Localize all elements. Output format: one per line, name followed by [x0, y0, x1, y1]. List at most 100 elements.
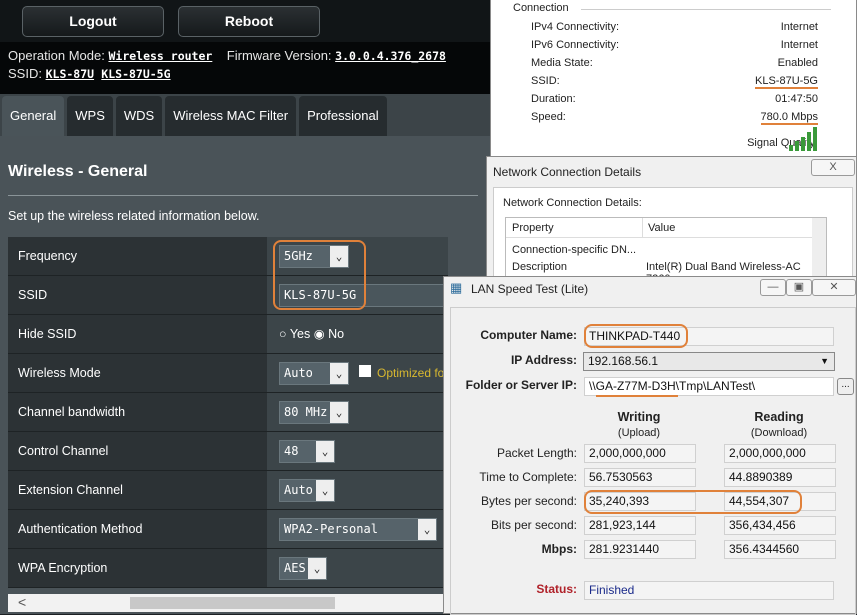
optimized-label: Optimized fo: [377, 366, 445, 380]
label: Authentication Method: [8, 510, 267, 548]
radio-no[interactable]: ◉: [314, 327, 325, 341]
signal-row: Signal Quality:: [747, 137, 818, 149]
status-label: Status:: [536, 582, 577, 596]
auth-method-select[interactable]: WPA2-Personal ⌄: [279, 518, 437, 541]
app-icon: ▦: [450, 280, 463, 295]
reboot-button[interactable]: Reboot: [178, 6, 320, 37]
duration-row: Duration: 01:47:50: [531, 93, 818, 105]
details-label: Network Connection Details:: [503, 197, 642, 209]
chevron-down-icon: ⌄: [330, 363, 348, 384]
close-button[interactable]: ✕: [812, 279, 856, 296]
scrollbar-thumb[interactable]: [130, 597, 335, 609]
chevron-down-icon: ⌄: [418, 519, 436, 540]
no-label: No: [328, 327, 345, 341]
row-ssid: SSID KLS-87U-5G: [8, 276, 459, 315]
divider: [8, 195, 478, 196]
ip-address-select[interactable]: 192.168.56.1 ▼: [583, 352, 835, 371]
value: WPA2-Personal: [284, 522, 378, 536]
label: Control Channel: [8, 432, 267, 470]
label: WPA Encryption: [8, 549, 267, 587]
label: Extension Channel: [8, 471, 267, 509]
extension-channel-select[interactable]: Auto ⌄: [279, 479, 335, 502]
dropdown-arrow-icon: ▼: [820, 356, 829, 366]
reading-value: 44.8890389: [724, 468, 836, 487]
speed-row: Speed: 780.0 Mbps: [531, 111, 818, 125]
tab-mac-filter[interactable]: Wireless MAC Filter: [165, 96, 297, 136]
ipv6-row: IPv6 Connectivity: Internet: [531, 39, 818, 51]
yes-label: Yes: [289, 327, 311, 341]
tab-wps[interactable]: WPS: [67, 96, 113, 136]
section-label: Connection: [513, 2, 569, 14]
value: Auto: [284, 366, 313, 380]
label: SSID: [8, 276, 267, 314]
ssid-5-link[interactable]: KLS-87U-5G: [101, 67, 170, 81]
reading-value: 356,434,456: [724, 516, 836, 535]
firmware-link[interactable]: 3.0.0.4.376_2678: [335, 49, 446, 63]
ssid-24-link[interactable]: KLS-87U: [46, 67, 94, 81]
ssid-row: SSID: KLS-87U-5G: [531, 75, 818, 89]
chevron-down-icon: ⌄: [316, 441, 334, 462]
window-title: LAN Speed Test (Lite): [471, 282, 589, 296]
download-subheader: (Download): [750, 427, 808, 439]
reading-value: 356.4344560: [724, 540, 836, 559]
window-title: Network Connection Details: [493, 165, 642, 179]
tab-general[interactable]: General: [2, 96, 65, 136]
tab-professional[interactable]: Professional: [299, 96, 387, 136]
value: Auto: [284, 483, 313, 497]
row-wireless-mode: Wireless Mode Auto ⌄ Optimized fo: [8, 354, 448, 393]
row-hide-ssid: Hide SSID ○ Yes ◉ No: [8, 315, 448, 354]
reading-value: 2,000,000,000: [724, 444, 836, 463]
value: 192.168.56.1: [588, 354, 659, 368]
radio-yes[interactable]: ○: [279, 327, 287, 341]
value: Finished: [589, 583, 635, 597]
value: 80 MHz: [284, 405, 328, 419]
router-info: Operation Mode: Wireless router Firmware…: [0, 42, 490, 94]
highlight-box: [273, 240, 366, 310]
page-subtitle: Set up the wireless related information …: [8, 209, 260, 223]
scroll-left-icon[interactable]: <: [18, 594, 26, 610]
row-frequency: Frequency 5GHz ⌄: [8, 237, 448, 276]
operation-mode-link[interactable]: Wireless router: [108, 49, 212, 63]
optimized-checkbox[interactable]: [359, 365, 371, 377]
maximize-button[interactable]: ▣: [786, 279, 812, 296]
close-button[interactable]: X: [811, 159, 855, 176]
metric-label: Mbps:: [541, 542, 577, 556]
network-details-window: Network Connection Details X Network Con…: [486, 156, 857, 287]
writing-value: 281,923,144: [584, 516, 696, 535]
label: Channel bandwidth: [8, 393, 267, 431]
bandwidth-select[interactable]: 80 MHz ⌄: [279, 401, 349, 424]
operation-mode-label: Operation Mode:: [8, 48, 105, 63]
status-field: Finished: [584, 581, 834, 600]
media-state-row: Media State: Enabled: [531, 57, 818, 69]
highlight-box: [584, 490, 802, 514]
row-auth-method: Authentication Method WPA2-Personal ⌄: [8, 510, 448, 549]
label: Wireless Mode: [8, 354, 267, 392]
label: Frequency: [8, 237, 267, 275]
row-channel-bandwidth: Channel bandwidth 80 MHz ⌄: [8, 393, 448, 432]
folder-input[interactable]: \\GA-Z77M-D3H\Tmp\LANTest\: [584, 377, 834, 396]
upload-subheader: (Upload): [617, 427, 661, 439]
chevron-down-icon: ⌄: [308, 558, 326, 579]
writing-value: 56.7530563: [584, 468, 696, 487]
browse-button[interactable]: ...: [837, 378, 854, 395]
value: 48: [284, 444, 299, 458]
folder-label: Folder or Server IP:: [465, 378, 577, 392]
column-property[interactable]: Property: [512, 222, 554, 234]
wireless-mode-select[interactable]: Auto ⌄: [279, 362, 349, 385]
computer-name-label: Computer Name:: [480, 328, 577, 342]
column-value[interactable]: Value: [642, 218, 680, 238]
chevron-down-icon: ⌄: [316, 480, 334, 501]
writing-value: 2,000,000,000: [584, 444, 696, 463]
row-extension-channel: Extension Channel Auto ⌄: [8, 471, 448, 510]
writing-header: Writing: [617, 410, 661, 424]
encryption-select[interactable]: AES ⌄: [279, 557, 327, 580]
metric-label: Bytes per second:: [480, 494, 577, 508]
divider: [581, 9, 831, 10]
logout-button[interactable]: Logout: [22, 6, 164, 37]
page-title: Wireless - General: [8, 163, 148, 180]
tab-wds[interactable]: WDS: [115, 96, 163, 136]
control-channel-select[interactable]: 48 ⌄: [279, 440, 335, 463]
minimize-button[interactable]: —: [760, 279, 786, 296]
metric-label: Time to Complete:: [479, 470, 577, 484]
metric-label: Packet Length:: [496, 446, 577, 460]
